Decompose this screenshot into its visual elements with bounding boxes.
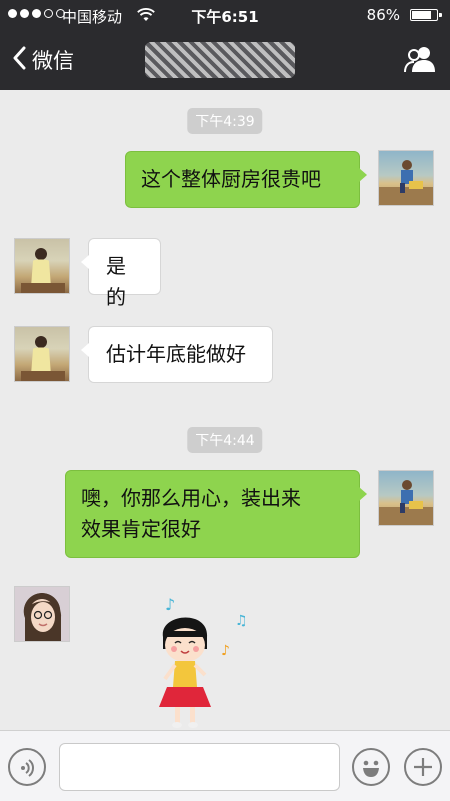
more-button[interactable] <box>404 748 442 786</box>
boy-avatar[interactable] <box>378 150 434 206</box>
svg-text:♪: ♪ <box>165 595 175 614</box>
battery-icon <box>410 9 442 21</box>
woman-avatar[interactable] <box>14 238 70 294</box>
voice-button[interactable] <box>8 748 46 786</box>
message-input[interactable] <box>59 743 340 791</box>
status-bar: 中国移动 下午6:51 86% <box>0 0 450 30</box>
message-text: 估计年底能做好 <box>106 342 246 366</box>
svg-text:♪: ♪ <box>221 643 230 659</box>
timestamp: 下午4:39 <box>187 108 263 134</box>
back-label: 微信 <box>32 49 74 73</box>
svg-text:♫: ♫ <box>235 613 248 629</box>
emoji-icon <box>356 752 386 786</box>
outgoing-message-bubble[interactable]: 噢，你那么用心，装出来 效果肯定很好 <box>65 470 367 558</box>
voice-icon <box>17 757 39 783</box>
group-profile-icon[interactable] <box>404 44 436 78</box>
girl-dancing-sticker[interactable]: ♪ ♫ ♪ <box>145 595 255 735</box>
chevron-left-icon <box>12 46 26 74</box>
chat-area[interactable]: 下午4:39 这个整体厨房很贵吧 是的 估计年底能做好 下午4:44 噢，你那么… <box>0 90 450 730</box>
emoji-button[interactable] <box>352 748 390 786</box>
message-text-line: 噢，你那么用心，装出来 <box>81 486 301 510</box>
chat-title-obscured <box>145 42 295 78</box>
input-bar <box>0 730 450 801</box>
message-text: 这个整体厨房很贵吧 <box>141 167 321 191</box>
message-text: 是的 <box>106 254 126 309</box>
back-button[interactable]: 微信 <box>12 45 74 75</box>
boy-avatar[interactable] <box>378 470 434 526</box>
battery-percent: 86% <box>366 6 400 24</box>
message-text-line: 效果肯定很好 <box>81 517 201 541</box>
timestamp: 下午4:44 <box>187 427 263 453</box>
woman-avatar[interactable] <box>14 326 70 382</box>
incoming-message-bubble[interactable]: 是的 <box>81 238 161 309</box>
glasses-woman-avatar[interactable] <box>14 586 70 642</box>
outgoing-message-bubble[interactable]: 这个整体厨房很贵吧 <box>125 151 367 208</box>
nav-bar: 微信 <box>0 30 450 90</box>
plus-icon <box>411 755 435 783</box>
incoming-message-bubble[interactable]: 估计年底能做好 <box>81 326 273 383</box>
